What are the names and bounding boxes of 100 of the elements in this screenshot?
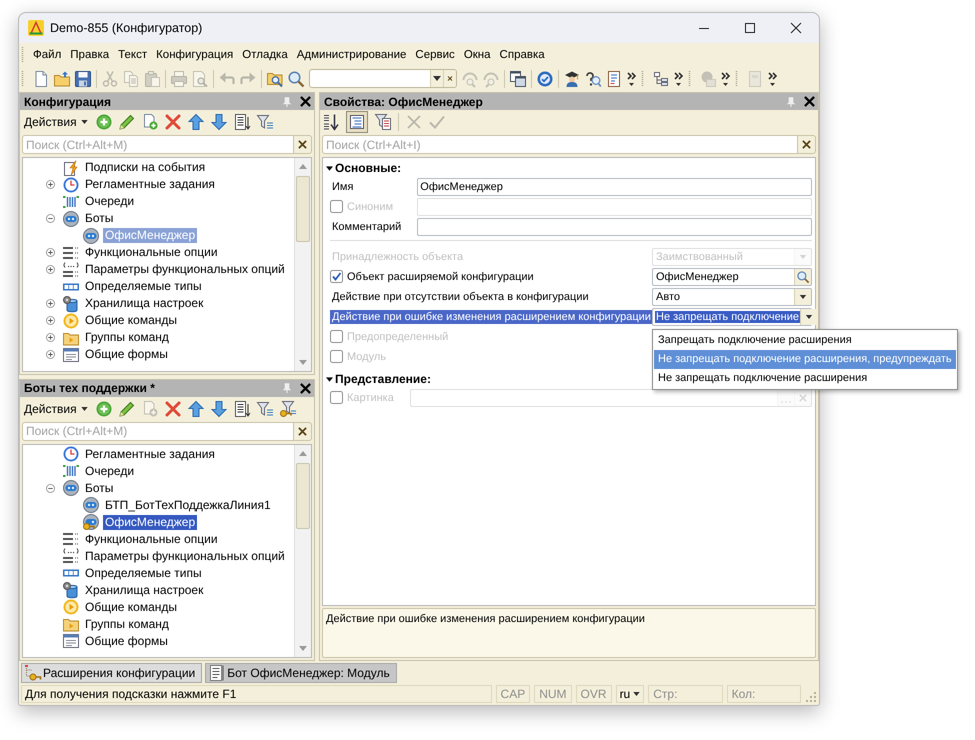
search-field[interactable]: Поиск (Ctrl+Alt+I) xyxy=(322,135,797,154)
scrollbar-thumb[interactable] xyxy=(296,462,310,528)
expand-icon[interactable] xyxy=(46,299,55,308)
text-field[interactable] xyxy=(417,218,812,236)
folder-search-icon[interactable] xyxy=(267,70,283,86)
menu-item[interactable]: Конфигурация xyxy=(152,46,238,62)
copy-add-icon[interactable] xyxy=(142,114,158,130)
clear-icon[interactable] xyxy=(797,135,816,154)
search-combo-field[interactable] xyxy=(309,69,457,88)
tree-item[interactable]: Очереди xyxy=(83,194,136,209)
tree-item[interactable]: Параметры функциональных опций xyxy=(83,262,287,277)
property-label[interactable]: Действие при ошибке изменения расширением конфигурации xyxy=(330,310,653,324)
filter-document-icon[interactable] xyxy=(375,114,391,130)
filter-icon[interactable] xyxy=(256,114,273,130)
chevron-menu-icon[interactable] xyxy=(674,70,683,86)
tree-item[interactable]: БТП_БотТехПоддежкаЛиния1 xyxy=(103,498,273,512)
menu-item[interactable]: Файл xyxy=(29,46,66,62)
tree-item[interactable]: Общие формы xyxy=(83,347,170,362)
language-selector[interactable]: ru xyxy=(616,685,644,703)
tree-item[interactable]: Группы команд xyxy=(83,616,171,632)
pencil-icon[interactable] xyxy=(118,114,135,130)
property-label[interactable]: Имя xyxy=(330,180,356,194)
check-circle-icon[interactable] xyxy=(537,70,553,86)
menu-item[interactable]: Сервис xyxy=(411,46,459,62)
menu-item[interactable]: Справка xyxy=(496,46,549,62)
chevron-menu-icon[interactable] xyxy=(768,70,777,86)
tree-item[interactable]: Определяемые типы xyxy=(83,566,204,580)
expand-icon[interactable] xyxy=(46,248,55,257)
tree-item[interactable]: Функциональные опции xyxy=(83,245,220,260)
tree-item[interactable]: Общие команды xyxy=(83,313,180,328)
search-field[interactable]: Поиск (Ctrl+Alt+M) xyxy=(22,135,293,154)
menu-item[interactable]: Текст xyxy=(114,46,152,62)
scrollbar[interactable] xyxy=(294,444,311,657)
close-icon[interactable] xyxy=(300,96,311,107)
collapse-icon[interactable] xyxy=(46,214,55,223)
property-label[interactable]: Объект расширяемой конфигурации xyxy=(345,270,536,284)
arrow-down-icon[interactable] xyxy=(210,114,227,130)
clear-icon[interactable] xyxy=(293,422,312,440)
tree-item[interactable]: Подписки на события xyxy=(83,160,208,175)
delete-icon[interactable] xyxy=(164,400,181,416)
chevron-menu-icon[interactable] xyxy=(627,70,636,86)
tree-item[interactable]: Регламентные задания xyxy=(83,177,217,192)
scrollbar-thumb[interactable] xyxy=(296,176,310,242)
tab[interactable]: Расширения конфигурации xyxy=(21,663,202,683)
filter-key-icon[interactable] xyxy=(280,400,296,416)
graduate-icon[interactable] xyxy=(564,70,580,86)
expand-icon[interactable] xyxy=(46,333,55,342)
tree-item[interactable]: Боты xyxy=(83,211,116,226)
clear-icon[interactable] xyxy=(293,135,312,154)
collapse-icon[interactable] xyxy=(46,484,55,492)
clear-icon[interactable] xyxy=(443,70,456,87)
add-icon[interactable] xyxy=(96,114,112,130)
expand-icon[interactable] xyxy=(46,316,55,325)
expand-arrow-icon[interactable] xyxy=(326,376,333,382)
lookup-field[interactable]: ОфисМенеджер xyxy=(652,268,812,286)
search-icon[interactable] xyxy=(288,70,304,86)
dropdown-field[interactable]: Авто xyxy=(652,288,812,306)
list-option[interactable]: Запрещать подключение расширения xyxy=(654,330,956,350)
caret-icon[interactable] xyxy=(800,308,818,324)
tree-item[interactable]: Определяемые типы xyxy=(83,279,204,294)
tree-item[interactable]: ОфисМенеджер xyxy=(103,514,198,530)
open-folder-icon[interactable] xyxy=(54,70,70,86)
close-icon[interactable] xyxy=(804,96,815,107)
tree-item[interactable]: Хранилища настроек xyxy=(83,582,206,598)
tree-item[interactable]: Очереди xyxy=(83,464,136,478)
expand-icon[interactable] xyxy=(46,180,55,189)
menu-item[interactable]: Окна xyxy=(460,46,495,62)
list-icon[interactable] xyxy=(234,400,250,416)
scrollbar[interactable] xyxy=(294,158,311,370)
structure-icon[interactable] xyxy=(653,70,669,86)
expand-icon[interactable] xyxy=(46,350,55,359)
expand-icon[interactable] xyxy=(46,265,55,274)
property-label[interactable]: Комментарий xyxy=(330,220,404,234)
arrow-up-icon[interactable] xyxy=(188,400,204,416)
picture-field[interactable] xyxy=(410,388,812,406)
arrow-down-icon[interactable] xyxy=(210,400,227,416)
document-icon[interactable] xyxy=(606,70,622,86)
close-icon[interactable] xyxy=(300,382,311,394)
tree-item[interactable]: Функциональные опции xyxy=(83,532,220,546)
chevron-menu-icon[interactable] xyxy=(721,70,730,86)
new-document-icon[interactable] xyxy=(33,70,49,86)
pencil-icon[interactable] xyxy=(118,400,135,416)
menu-item[interactable]: Администрирование xyxy=(292,46,410,62)
expand-arrow-icon[interactable] xyxy=(326,166,333,170)
tree-item[interactable]: Общие команды xyxy=(83,600,180,614)
caret-icon[interactable] xyxy=(794,288,811,304)
maximize-icon[interactable] xyxy=(745,23,755,33)
tree-item[interactable]: Хранилища настроек xyxy=(83,296,206,311)
tab[interactable]: Бот ОфисМенеджер: Модуль xyxy=(205,663,397,683)
tree-item[interactable]: Общие формы xyxy=(83,634,170,648)
delete-icon[interactable] xyxy=(164,114,181,130)
property-label[interactable]: Действие при отсутствии объекта в конфигурации xyxy=(330,290,591,304)
menu-item[interactable]: Правка xyxy=(66,46,114,62)
checkbox[interactable] xyxy=(330,270,343,283)
list-option[interactable]: Не запрещать подключение расширения xyxy=(654,368,956,388)
caret-icon[interactable] xyxy=(430,70,443,87)
categories-icon[interactable] xyxy=(346,111,368,133)
sort-icon[interactable] xyxy=(323,114,339,130)
more-dots-icon[interactable] xyxy=(777,390,794,406)
tree-item[interactable]: Боты xyxy=(83,480,116,496)
